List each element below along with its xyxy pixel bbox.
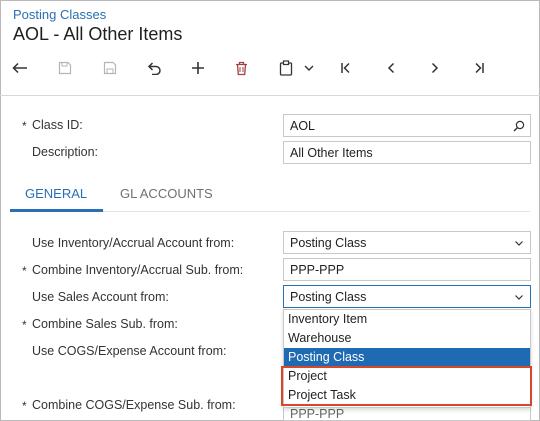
- sales-account-select[interactable]: Posting Class: [283, 285, 531, 308]
- description-field[interactable]: All Other Items: [283, 141, 531, 164]
- plus-icon[interactable]: [186, 56, 210, 80]
- required-marker: *: [22, 264, 27, 278]
- chevron-down-icon[interactable]: [513, 291, 525, 303]
- page-title: AOL - All Other Items: [13, 24, 183, 44]
- combine-inv-value: PPP-PPP: [290, 263, 345, 277]
- cogs-label: Use COGS/Expense Account from:: [32, 344, 227, 358]
- required-marker: *: [22, 318, 27, 332]
- option-inventory-item[interactable]: Inventory Item: [284, 310, 530, 329]
- active-tab-indicator: [10, 209, 103, 212]
- required-marker: *: [22, 399, 27, 413]
- tab-gl-accounts[interactable]: GL ACCOUNTS: [120, 186, 213, 201]
- clipboard-icon[interactable]: [274, 56, 298, 80]
- class-id-value: AOL: [290, 119, 316, 133]
- combine-cogs-value: PPP-PPP: [290, 407, 345, 421]
- tab-general[interactable]: GENERAL: [25, 186, 87, 201]
- required-marker: *: [22, 119, 27, 133]
- chevron-down-icon[interactable]: [513, 237, 525, 249]
- last-record-icon[interactable]: [467, 56, 491, 80]
- prev-record-icon[interactable]: [379, 56, 403, 80]
- combine-inv-label: Combine Inventory/Accrual Sub. from:: [32, 263, 244, 277]
- combine-cogs-label: Combine COGS/Expense Sub. from:: [32, 398, 236, 412]
- chevron-down-icon[interactable]: [297, 56, 321, 80]
- sales-account-value: Posting Class: [290, 290, 367, 304]
- inv-accrual-value: Posting Class: [290, 236, 367, 250]
- combine-sales-label: Combine Sales Sub. from:: [32, 317, 178, 331]
- back-arrow-icon[interactable]: [8, 56, 32, 80]
- sales-account-label: Use Sales Account from:: [32, 290, 169, 304]
- option-warehouse[interactable]: Warehouse: [284, 329, 530, 348]
- trash-icon[interactable]: [229, 56, 253, 80]
- first-record-icon[interactable]: [334, 56, 358, 80]
- description-label: Description:: [32, 145, 98, 159]
- class-id-label: Class ID:: [32, 118, 83, 132]
- breadcrumb[interactable]: Posting Classes: [13, 7, 106, 22]
- inv-accrual-label: Use Inventory/Accrual Account from:: [32, 236, 235, 250]
- inv-accrual-select[interactable]: Posting Class: [283, 231, 531, 254]
- class-id-field[interactable]: AOL: [283, 114, 531, 137]
- next-record-icon[interactable]: [423, 56, 447, 80]
- description-value: All Other Items: [290, 146, 373, 160]
- undo-icon[interactable]: [142, 56, 166, 80]
- combine-inv-field[interactable]: PPP-PPP: [283, 258, 531, 281]
- highlight-callout: [281, 366, 532, 406]
- option-posting-class[interactable]: Posting Class: [284, 348, 530, 367]
- save-icon[interactable]: [98, 56, 122, 80]
- search-icon[interactable]: [513, 120, 525, 132]
- toolbar: [0, 56, 540, 82]
- save-close-icon[interactable]: [53, 56, 77, 80]
